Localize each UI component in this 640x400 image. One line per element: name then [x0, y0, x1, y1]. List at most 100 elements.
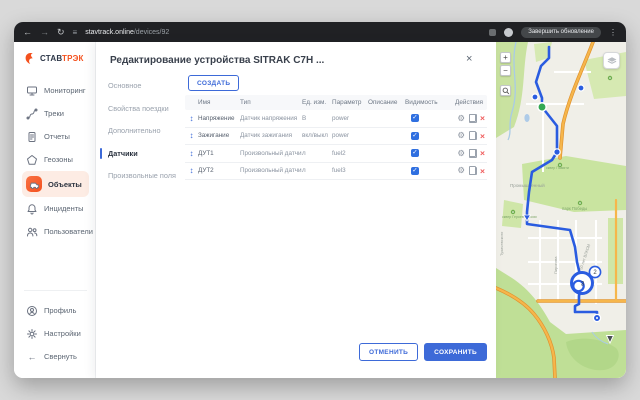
drag-handle-icon[interactable]: ↕ — [185, 131, 198, 140]
copy-icon[interactable] — [469, 132, 476, 140]
zoom-in-button[interactable]: + — [500, 52, 511, 63]
drag-handle-icon[interactable]: ↕ — [185, 149, 198, 158]
visibility-checkbox[interactable]: ✓ — [411, 167, 419, 175]
map-search-button[interactable] — [500, 85, 511, 96]
vehicle-icon — [26, 176, 42, 192]
sensor-settings-icon[interactable]: ⚙ — [457, 165, 465, 176]
table-row: ↕ Напряжение Датчик напряжения В power ✓… — [185, 110, 487, 128]
sensor-type: Датчик зажигания — [240, 132, 302, 139]
layers-button[interactable] — [603, 52, 620, 69]
sidebar-item-monitoring[interactable]: Мониторинг — [22, 79, 89, 102]
tab-custom-fields[interactable]: Произвольные поля — [108, 171, 184, 180]
waypoint-marker[interactable] — [532, 94, 538, 100]
sidebar-item-collapse[interactable]: ← Свернуть — [22, 345, 89, 368]
app-logo: СТАВТРЭК — [24, 52, 89, 65]
address-bar[interactable]: stavtrack.online/devices/92 — [85, 29, 169, 36]
sensor-settings-icon[interactable]: ⚙ — [457, 113, 465, 124]
table-row: ↕ ДУТ2 Произвольный датчик л fuel3 ✓ ⚙ × — [185, 163, 487, 181]
cancel-button[interactable]: ОТМЕНИТЬ — [359, 343, 418, 361]
sensor-unit: л — [302, 150, 332, 157]
sidebar-item-reports[interactable]: Отчеты — [22, 125, 89, 148]
sidebar-item-label: Свернуть — [44, 352, 77, 361]
sensor-param: power — [332, 132, 368, 139]
profile-avatar[interactable] — [504, 28, 513, 37]
close-icon[interactable]: × — [466, 53, 472, 65]
site-info-icon[interactable]: ≡ — [73, 28, 78, 37]
map-label-district: Промышленный — [510, 182, 545, 188]
sensor-param: power — [332, 115, 368, 122]
col-type: Тип — [240, 99, 302, 106]
report-icon — [26, 131, 38, 143]
tab-sensors[interactable]: Датчики — [108, 149, 184, 158]
profile-icon — [26, 305, 38, 317]
logo-text-secondary: ТРЭК — [62, 54, 84, 63]
sensors-table: Имя Тип Ед. изм. Параметр Описание Видим… — [185, 95, 487, 180]
start-marker[interactable] — [538, 103, 546, 111]
save-button[interactable]: СОХРАНИТЬ — [424, 343, 487, 361]
tab-additional[interactable]: Дополнительно — [108, 126, 184, 135]
copy-icon[interactable] — [469, 114, 476, 122]
browser-window: ← → ↻ ≡ stavtrack.online/devices/92 Заве… — [14, 22, 626, 378]
sidebar-item-tracks[interactable]: Треки — [22, 102, 89, 125]
sidebar-item-label: Отчеты — [44, 132, 70, 141]
tab-trip-properties[interactable]: Свойства поездки — [108, 104, 184, 113]
sidebar-item-geozones[interactable]: Геозоны — [22, 148, 89, 171]
map-panel[interactable]: Промышленный парк Победы сквер Героев Ро… — [496, 42, 626, 378]
sensor-settings-icon[interactable]: ⚙ — [457, 148, 465, 159]
sidebar-item-incidents[interactable]: Инциденты — [22, 197, 89, 220]
finish-update-button[interactable]: Завершить обновление — [521, 27, 601, 38]
col-visibility: Видимость — [405, 99, 446, 106]
sensor-name: Зажигание — [198, 132, 240, 139]
table-header: Имя Тип Ед. изм. Параметр Описание Видим… — [185, 95, 487, 110]
settings-gear-icon — [26, 328, 38, 340]
sidebar-item-profile[interactable]: Профиль — [22, 299, 89, 322]
map-label-square1: сквер Героев России — [502, 215, 537, 219]
sidebar-divider — [24, 290, 87, 291]
sidebar-item-label: Настройки — [44, 329, 81, 338]
sensor-type: Произвольный датчик — [240, 150, 302, 157]
create-button[interactable]: СОЗДАТЬ — [188, 75, 239, 91]
zoom-out-button[interactable]: − — [500, 65, 511, 76]
sensor-param: fuel3 — [332, 167, 368, 174]
sidebar-item-label: Пользователи — [44, 227, 93, 236]
tab-main[interactable]: Основное — [108, 81, 184, 90]
visibility-checkbox[interactable]: ✓ — [411, 114, 419, 122]
sensor-name: Напряжение — [198, 115, 240, 122]
col-actions: Действия — [446, 99, 487, 106]
geozone-icon — [26, 154, 38, 166]
waypoint-marker[interactable] — [554, 149, 560, 155]
col-description: Описание — [368, 99, 405, 106]
dialog-tabs: Основное Свойства поездки Дополнительно … — [108, 81, 184, 194]
dialog-title: Редактирование устройства SITRAK C7H ... — [110, 55, 324, 66]
url-host: stavtrack.online — [85, 29, 134, 36]
menu-kebab-icon[interactable]: ⋮ — [609, 28, 617, 37]
arrow-left-icon: ← — [26, 352, 38, 362]
sensor-unit: В — [302, 115, 332, 122]
drag-handle-icon[interactable]: ↕ — [185, 114, 198, 123]
sidebar: СТАВТРЭК Мониторинг Треки Отчеты Геозон — [14, 42, 96, 378]
forward-icon[interactable]: → — [40, 22, 49, 42]
sidebar-item-label: Профиль — [44, 306, 76, 315]
layers-icon — [606, 55, 618, 67]
sensor-type: Датчик напряжения — [240, 115, 302, 122]
reload-icon[interactable]: ↻ — [57, 22, 65, 42]
back-icon[interactable]: ← — [23, 22, 32, 42]
drag-handle-icon[interactable]: ↕ — [185, 166, 198, 175]
visibility-checkbox[interactable]: ✓ — [411, 149, 419, 157]
sidebar-item-users[interactable]: Пользователи — [22, 220, 89, 243]
browser-toolbar: ← → ↻ ≡ stavtrack.online/devices/92 Заве… — [14, 22, 626, 42]
sidebar-item-objects[interactable]: Объекты — [22, 171, 89, 197]
delete-icon[interactable]: × — [480, 166, 485, 176]
copy-icon[interactable] — [469, 167, 476, 175]
copy-icon[interactable] — [469, 149, 476, 157]
extensions-icon[interactable] — [489, 29, 496, 36]
waypoint-marker[interactable] — [578, 85, 584, 91]
sensor-unit: вкл/выкл — [302, 132, 332, 139]
sidebar-item-settings[interactable]: Настройки — [22, 322, 89, 345]
delete-icon[interactable]: × — [480, 113, 485, 123]
delete-icon[interactable]: × — [480, 131, 485, 141]
table-row: ↕ ДУТ1 Произвольный датчик л fuel2 ✓ ⚙ × — [185, 145, 487, 163]
delete-icon[interactable]: × — [480, 148, 485, 158]
visibility-checkbox[interactable]: ✓ — [411, 132, 419, 140]
sensor-settings-icon[interactable]: ⚙ — [457, 130, 465, 141]
